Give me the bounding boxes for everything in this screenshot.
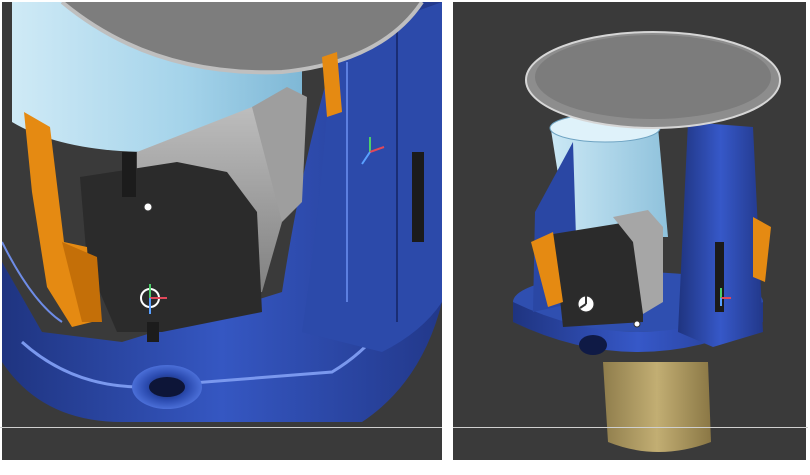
view-divider [443, 0, 452, 475]
servo-body [80, 162, 262, 332]
baseline-left [0, 427, 442, 428]
triad-axis-icon [577, 295, 595, 313]
servo-body [553, 222, 643, 327]
tan-cylinder [603, 362, 711, 452]
closeup-viewport[interactable] [2, 2, 442, 460]
origin-marker-icon [143, 202, 153, 212]
baseline-right [453, 427, 808, 428]
tower [678, 122, 763, 347]
origin-marker-icon [633, 320, 641, 328]
overview-render [513, 31, 781, 452]
bottom-border [0, 461, 810, 475]
screenshot-frame [0, 0, 810, 475]
closeup-render [2, 2, 442, 422]
overview-viewport[interactable] [453, 2, 806, 460]
wall-slot [412, 152, 424, 242]
